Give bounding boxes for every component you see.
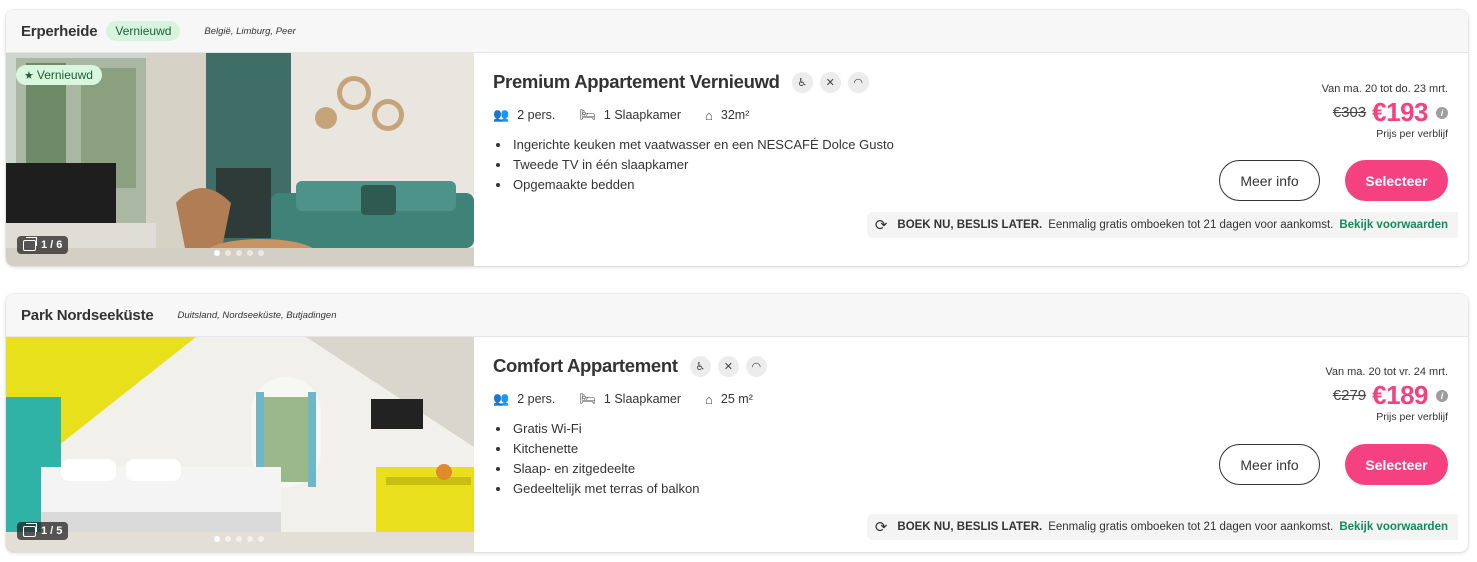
- persons-text: 2 pers.: [517, 392, 556, 406]
- carousel-dot[interactable]: [225, 536, 231, 542]
- house-icon: ⌂: [705, 107, 713, 123]
- accommodation-title[interactable]: Premium Appartement Vernieuwd: [493, 71, 780, 93]
- accommodation-info: Comfort Appartement ♿ ✕ ◠ 👥 2 pers. 🛏 1 Sl…: [493, 355, 1053, 499]
- no-pets-icon: ✕: [819, 71, 841, 93]
- accommodation-photo[interactable]: 1 / 5: [6, 337, 474, 552]
- book-now-bold: BOEK NU, BESLIS LATER.: [897, 521, 1043, 533]
- list-item: Slaap- en zitgedeelte: [493, 459, 1053, 479]
- gallery-icon: [23, 522, 37, 537]
- gallery-icon: [23, 236, 37, 251]
- no-wheelchair-icon: ♿: [689, 355, 711, 377]
- carousel-dot[interactable]: [236, 536, 242, 542]
- carousel-dot[interactable]: [236, 250, 242, 256]
- area-text: 25 m²: [720, 392, 753, 406]
- persons-icon: 👥: [493, 107, 510, 122]
- info-icon[interactable]: i: [1436, 106, 1448, 119]
- photo-badge-label: Vernieuwd: [36, 68, 93, 82]
- action-buttons: Meer info Selecteer: [1219, 160, 1448, 201]
- old-price: €279: [1332, 387, 1367, 404]
- list-item: Kitchenette: [493, 439, 1053, 459]
- price-block: Van ma. 20 tot do. 23 mrt. €303 €193 i P…: [1208, 83, 1448, 140]
- park-name[interactable]: Park Nordseeküste: [21, 307, 154, 324]
- new-price: €193: [1372, 97, 1428, 127]
- refresh-icon: ⟳: [874, 519, 888, 536]
- area-text: 32m²: [720, 108, 750, 122]
- photo-count-label: 1 / 5: [41, 525, 63, 537]
- feature-list: Gratis Wi-Fi Kitchenette Slaap- en zitge…: [493, 419, 1053, 499]
- book-now-text: Eenmalig gratis omboeken tot 21 dagen vo…: [1048, 521, 1334, 533]
- star-icon: ★: [24, 69, 34, 82]
- no-pets-icon: ✕: [717, 355, 739, 377]
- price-block: Van ma. 20 tot vr. 24 mrt. €279 €189 i P…: [1208, 366, 1448, 423]
- book-now-bold: BOEK NU, BESLIS LATER.: [897, 219, 1043, 231]
- accommodation-card: Erperheide Vernieuwd België, Limburg, Pe…: [6, 10, 1468, 266]
- wifi-icon: ◠: [847, 71, 869, 93]
- select-button[interactable]: Selecteer: [1345, 160, 1448, 201]
- price-note: Prijs per verblijf: [1376, 128, 1448, 140]
- list-item: Gratis Wi-Fi: [493, 419, 1053, 439]
- no-wheelchair-icon: ♿: [791, 71, 813, 93]
- new-price: €189: [1372, 380, 1428, 410]
- bed-icon: 🛏: [579, 391, 596, 406]
- more-info-button[interactable]: Meer info: [1219, 444, 1320, 485]
- carousel-dots: [214, 536, 264, 542]
- refresh-icon: ⟳: [874, 217, 888, 234]
- more-info-button[interactable]: Meer info: [1219, 160, 1320, 201]
- date-range: Van ma. 20 tot do. 23 mrt.: [1321, 83, 1448, 95]
- old-price: €303: [1332, 104, 1367, 121]
- bedrooms-text: 1 Slaapkamer: [603, 108, 682, 122]
- list-item: Ingerichte keuken met vaatwasser en een …: [493, 135, 1053, 155]
- feature-list: Ingerichte keuken met vaatwasser en een …: [493, 135, 1053, 195]
- card-body: 1 / 5 Comfort Appartement ♿ ✕ ◠ 👥 2 pers…: [6, 337, 1468, 552]
- photo-count-label: 1 / 6: [41, 239, 63, 251]
- conditions-link[interactable]: Bekijk voorwaarden: [1339, 219, 1448, 231]
- amenity-icons: ♿ ✕ ◠: [791, 71, 869, 93]
- list-item: Gedeeltelijk met terras of balkon: [493, 479, 1053, 499]
- info-icon[interactable]: i: [1436, 389, 1448, 402]
- location-text: Duitsland, Nordseeküste, Butjadingen: [177, 309, 337, 321]
- accommodation-info: Premium Appartement Vernieuwd ♿ ✕ ◠ 👥 2 p…: [493, 71, 1053, 195]
- flexible-booking-bar: ⟳ BOEK NU, BESLIS LATER. Eenmalig gratis…: [866, 212, 1458, 238]
- photo-counter: 1 / 5: [17, 522, 69, 540]
- list-item: Opgemaakte bedden: [493, 175, 1053, 195]
- bedroom-image: [6, 337, 474, 552]
- list-item: Tweede TV in één slaapkamer: [493, 155, 1053, 175]
- card-header: Erperheide Vernieuwd België, Limburg, Pe…: [6, 10, 1468, 53]
- date-range: Van ma. 20 tot vr. 24 mrt.: [1325, 366, 1448, 378]
- accommodation-title[interactable]: Comfort Appartement: [493, 355, 678, 377]
- wifi-icon: ◠: [745, 355, 767, 377]
- house-icon: ⌂: [705, 391, 713, 407]
- carousel-dot[interactable]: [258, 536, 264, 542]
- accommodation-card: Park Nordseeküste Duitsland, Nordseeküst…: [6, 294, 1468, 552]
- accommodation-photo[interactable]: ★ Vernieuwd 1 / 6: [6, 53, 474, 266]
- card-header: Park Nordseeküste Duitsland, Nordseeküst…: [6, 294, 1468, 337]
- carousel-dots: [214, 250, 264, 256]
- accommodation-specs: 👥 2 pers. 🛏 1 Slaapkamer ⌂ 32m²: [493, 107, 1053, 123]
- photo-renewed-badge: ★ Vernieuwd: [16, 65, 102, 85]
- carousel-dot[interactable]: [258, 250, 264, 256]
- carousel-dot[interactable]: [214, 250, 220, 256]
- location-text: België, Limburg, Peer: [204, 25, 296, 37]
- bedrooms-text: 1 Slaapkamer: [603, 392, 682, 406]
- select-button[interactable]: Selecteer: [1345, 444, 1448, 485]
- amenity-icons: ♿ ✕ ◠: [689, 355, 767, 377]
- bed-icon: 🛏: [579, 107, 596, 122]
- conditions-link[interactable]: Bekijk voorwaarden: [1339, 521, 1448, 533]
- price-note: Prijs per verblijf: [1376, 411, 1448, 423]
- renewed-badge: Vernieuwd: [106, 21, 181, 41]
- park-name[interactable]: Erperheide: [21, 23, 98, 40]
- card-body: ★ Vernieuwd 1 / 6 Premium Appartement Ve…: [6, 53, 1468, 266]
- flexible-booking-bar: ⟳ BOEK NU, BESLIS LATER. Eenmalig gratis…: [866, 514, 1458, 540]
- book-now-text: Eenmalig gratis omboeken tot 21 dagen vo…: [1048, 219, 1334, 231]
- persons-icon: 👥: [493, 391, 510, 406]
- carousel-dot[interactable]: [214, 536, 220, 542]
- photo-counter: 1 / 6: [17, 236, 69, 254]
- action-buttons: Meer info Selecteer: [1219, 444, 1448, 485]
- persons-text: 2 pers.: [517, 108, 556, 122]
- carousel-dot[interactable]: [225, 250, 231, 256]
- carousel-dot[interactable]: [247, 250, 253, 256]
- carousel-dot[interactable]: [247, 536, 253, 542]
- accommodation-specs: 👥 2 pers. 🛏 1 Slaapkamer ⌂ 25 m²: [493, 391, 1053, 407]
